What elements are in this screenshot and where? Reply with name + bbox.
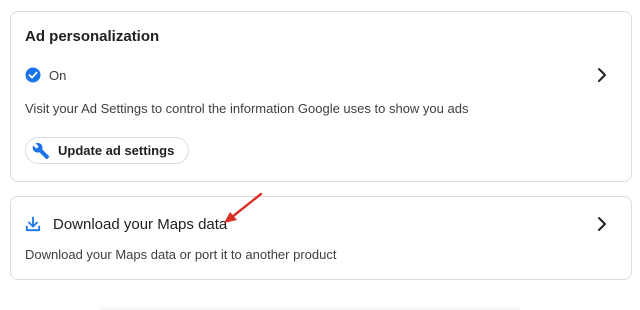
download-maps-data-title: Download your Maps data [53,215,228,233]
check-circle-icon [25,67,41,83]
ad-personalization-title: Ad personalization [25,28,160,45]
page-bottom-edge [100,305,520,310]
chevron-right-icon[interactable] [595,216,609,232]
update-ad-settings-label: Update ad settings [58,143,175,158]
update-ad-settings-button[interactable]: Update ad settings [25,137,190,164]
status-label: On [49,67,67,83]
chevron-right-icon[interactable] [595,67,609,83]
download-maps-data-link[interactable]: Download your Maps data [25,213,227,235]
ad-personalization-card[interactable]: Ad personalization On Visit your Ad Sett… [10,11,632,182]
download-icon [25,216,41,232]
ad-personalization-status: On [25,65,66,85]
red-arrow-annotation [224,192,263,223]
ad-settings-description: Visit your Ad Settings to control the in… [25,101,469,116]
download-maps-data-card[interactable]: Download your Maps data Download your Ma… [10,196,632,280]
wrench-icon [32,142,50,160]
download-maps-data-description: Download your Maps data or port it to an… [25,247,337,262]
